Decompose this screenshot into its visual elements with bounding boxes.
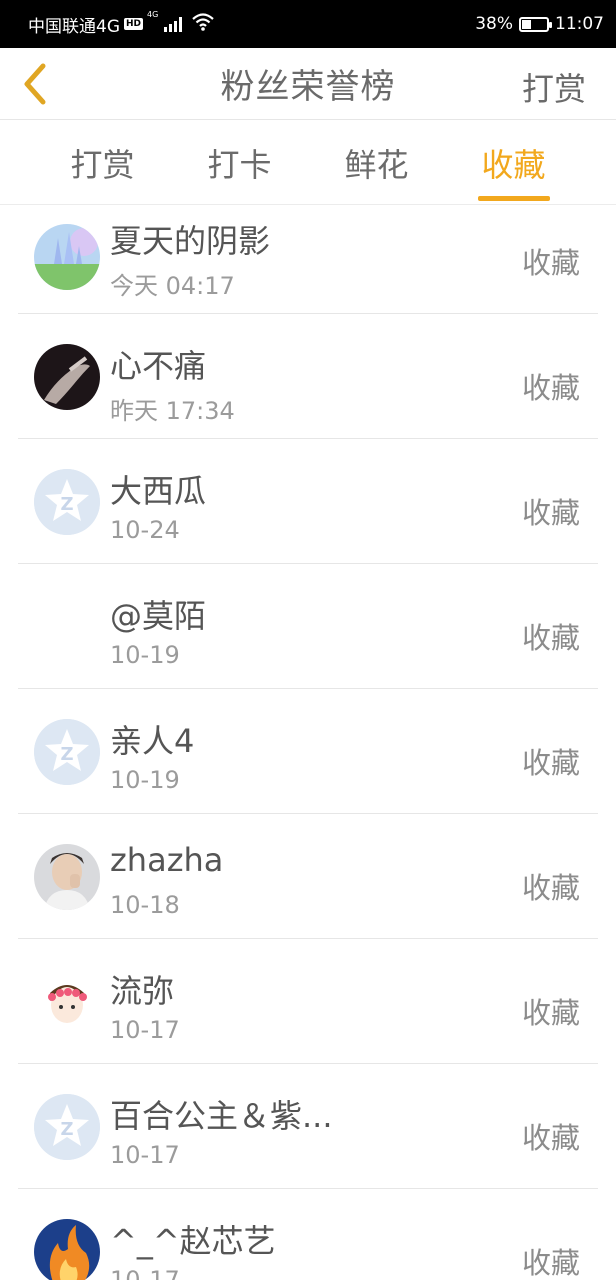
list-item[interactable]: Z 百合公主＆紫... 10-17 收藏	[18, 1065, 598, 1189]
fan-date: 10-19	[110, 641, 180, 669]
fan-date: 昨天 17:34	[110, 397, 235, 425]
list-item[interactable]: ^_^赵芯艺 10-17 收藏	[18, 1190, 598, 1280]
svg-text:Z: Z	[60, 494, 73, 515]
fan-action: 收藏	[521, 996, 580, 1030]
fan-name: 心不痛	[110, 347, 207, 385]
fan-name: 夏天的阴影	[110, 222, 271, 260]
fan-action: 收藏	[521, 371, 580, 405]
avatar	[34, 969, 100, 1035]
list-item[interactable]: Z 亲人4 10-19 收藏	[18, 690, 598, 814]
fan-name: zhazha	[110, 841, 224, 879]
avatar	[34, 224, 100, 290]
fan-action: 收藏	[521, 871, 580, 905]
fan-date: 10-18	[110, 891, 180, 919]
avatar	[34, 594, 100, 660]
reward-button[interactable]: 打赏	[522, 64, 586, 110]
carrier-label: 中国联通4G	[28, 16, 120, 37]
fan-date: 10-17	[110, 1266, 180, 1280]
list-item[interactable]: Z 大西瓜 10-24 收藏	[18, 440, 598, 564]
avatar: Z	[34, 1094, 100, 1160]
hand-avatar-icon	[34, 344, 100, 410]
fan-name: ^_^赵芯艺	[110, 1222, 276, 1260]
fan-action: 收藏	[521, 1121, 580, 1155]
man-avatar-icon	[34, 844, 100, 910]
svg-text:Z: Z	[60, 1119, 73, 1140]
fan-date: 10-19	[110, 766, 180, 794]
fan-name: 百合公主＆紫...	[110, 1097, 333, 1135]
status-bar: 中国联通4G HD 4G 38% 11:07	[0, 0, 616, 48]
page-title: 粉丝荣誉榜	[220, 67, 396, 107]
list-item[interactable]: 流弥 10-17 收藏	[18, 940, 598, 1064]
default-star-icon: Z	[34, 469, 100, 535]
fan-date: 今天 04:17	[110, 272, 235, 300]
castle-avatar-icon	[34, 224, 100, 290]
list-item[interactable]: @莫陌 10-19 收藏	[18, 565, 598, 689]
battery-percent: 38%	[475, 14, 513, 34]
avatar	[34, 344, 100, 410]
default-star-icon: Z	[34, 1094, 100, 1160]
avatar	[34, 844, 100, 910]
cartoon-girl-avatar-icon	[34, 969, 100, 1035]
chevron-left-icon	[24, 63, 46, 105]
clock: 11:07	[555, 14, 604, 34]
hd-badge: HD	[124, 18, 144, 30]
avatar: Z	[34, 469, 100, 535]
fan-name: 亲人4	[110, 722, 195, 760]
app-header: 粉丝荣誉榜 打赏	[0, 48, 616, 120]
list-item[interactable]: 心不痛 昨天 17:34 收藏	[18, 315, 598, 439]
list-item[interactable]: 夏天的阴影 今天 04:17 收藏	[18, 190, 598, 314]
signal-icon	[164, 16, 183, 32]
default-star-icon: Z	[34, 719, 100, 785]
back-button[interactable]	[14, 62, 54, 106]
fan-date: 10-17	[110, 1016, 180, 1044]
fan-name: 大西瓜	[110, 472, 207, 510]
svg-text:Z: Z	[60, 744, 73, 765]
battery-icon	[519, 16, 552, 32]
fan-action: 收藏	[521, 246, 580, 280]
list-item[interactable]: zhazha 10-18 收藏	[18, 815, 598, 939]
fire-avatar-icon	[34, 1219, 100, 1280]
avatar: Z	[34, 719, 100, 785]
fan-name: 流弥	[110, 972, 175, 1010]
network-type: 4G	[147, 9, 159, 19]
fan-action: 收藏	[521, 496, 580, 530]
fan-action: 收藏	[521, 621, 580, 655]
wifi-icon	[192, 12, 215, 36]
fan-action: 收藏	[521, 1246, 580, 1280]
fan-date: 10-24	[110, 516, 180, 544]
avatar	[34, 1219, 100, 1280]
fan-name: @莫陌	[110, 597, 207, 635]
fan-action: 收藏	[521, 746, 580, 780]
fan-date: 10-17	[110, 1141, 180, 1169]
